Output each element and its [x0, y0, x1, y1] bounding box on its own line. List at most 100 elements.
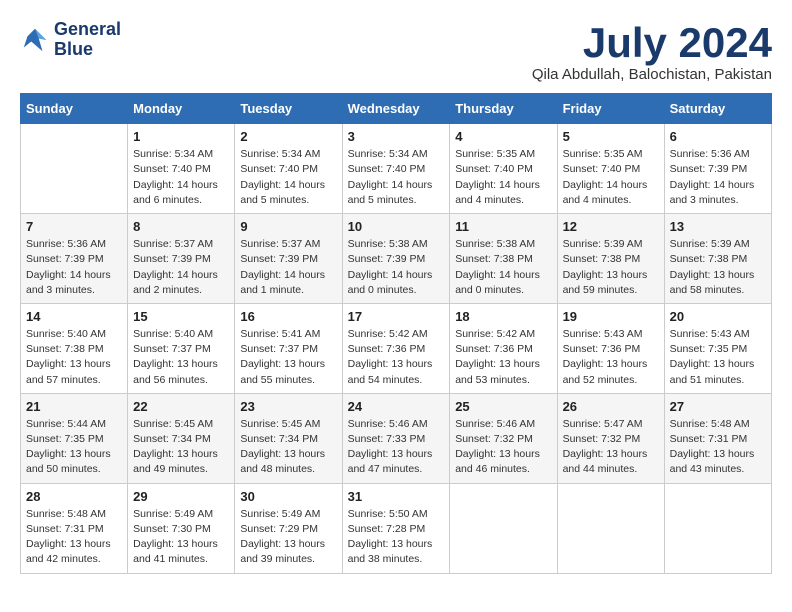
day-content: Sunrise: 5:45 AM Sunset: 7:34 PM Dayligh…	[240, 417, 336, 478]
day-number: 4	[455, 129, 551, 144]
day-content: Sunrise: 5:49 AM Sunset: 7:29 PM Dayligh…	[240, 507, 336, 568]
day-number: 5	[563, 129, 659, 144]
calendar-cell: 10 Sunrise: 5:38 AM Sunset: 7:39 PM Dayli…	[342, 214, 450, 304]
day-number: 23	[240, 399, 336, 414]
day-number: 10	[348, 219, 445, 234]
day-content: Sunrise: 5:45 AM Sunset: 7:34 PM Dayligh…	[133, 417, 229, 478]
day-number: 11	[455, 219, 551, 234]
day-content: Sunrise: 5:35 AM Sunset: 7:40 PM Dayligh…	[563, 147, 659, 208]
col-header-monday: Monday	[128, 94, 235, 124]
day-content: Sunrise: 5:34 AM Sunset: 7:40 PM Dayligh…	[348, 147, 445, 208]
calendar-cell: 26Sunrise: 5:47 AM Sunset: 7:32 PM Dayli…	[557, 393, 664, 483]
calendar-cell: 11 Sunrise: 5:38 AM Sunset: 7:38 PM Dayli…	[450, 214, 557, 304]
day-number: 28	[26, 489, 122, 504]
calendar-cell: 2 Sunrise: 5:34 AM Sunset: 7:40 PM Daylig…	[235, 124, 342, 214]
calendar-cell: 21 Sunrise: 5:44 AM Sunset: 7:35 PM Dayli…	[21, 393, 128, 483]
col-header-thursday: Thursday	[450, 94, 557, 124]
calendar-cell: 1 Sunrise: 5:34 AM Sunset: 7:40 PM Daylig…	[128, 124, 235, 214]
day-content: Sunrise: 5:40 AM Sunset: 7:38 PM Dayligh…	[26, 327, 122, 388]
day-content: Sunrise: 5:46 AM Sunset: 7:32 PM Dayligh…	[455, 417, 551, 478]
day-content: Sunrise: 5:34 AM Sunset: 7:40 PM Dayligh…	[240, 147, 336, 208]
calendar-cell	[664, 483, 771, 573]
day-content: Sunrise: 5:35 AM Sunset: 7:40 PM Dayligh…	[455, 147, 551, 208]
calendar-cell: 18Sunrise: 5:42 AM Sunset: 7:36 PM Dayli…	[450, 303, 557, 393]
day-number: 14	[26, 309, 122, 324]
col-header-sunday: Sunday	[21, 94, 128, 124]
day-content: Sunrise: 5:34 AM Sunset: 7:40 PM Dayligh…	[133, 147, 229, 208]
calendar-cell	[450, 483, 557, 573]
calendar-cell: 20 Sunrise: 5:43 AM Sunset: 7:35 PM Dayli…	[664, 303, 771, 393]
day-content: Sunrise: 5:36 AM Sunset: 7:39 PM Dayligh…	[26, 237, 122, 298]
calendar-header: SundayMondayTuesdayWednesdayThursdayFrid…	[21, 94, 772, 124]
day-content: Sunrise: 5:39 AM Sunset: 7:38 PM Dayligh…	[670, 237, 766, 298]
calendar-cell	[21, 124, 128, 214]
day-number: 2	[240, 129, 336, 144]
day-number: 1	[133, 129, 229, 144]
logo: General Blue	[20, 20, 121, 60]
day-number: 29	[133, 489, 229, 504]
day-content: Sunrise: 5:39 AM Sunset: 7:38 PM Dayligh…	[563, 237, 659, 298]
day-content: Sunrise: 5:48 AM Sunset: 7:31 PM Dayligh…	[670, 417, 766, 478]
logo-icon	[20, 25, 50, 55]
logo-text: General Blue	[54, 20, 121, 60]
calendar-cell: 3 Sunrise: 5:34 AM Sunset: 7:40 PM Daylig…	[342, 124, 450, 214]
day-number: 21	[26, 399, 122, 414]
col-header-saturday: Saturday	[664, 94, 771, 124]
calendar-cell: 22Sunrise: 5:45 AM Sunset: 7:34 PM Dayli…	[128, 393, 235, 483]
calendar-cell: 14 Sunrise: 5:40 AM Sunset: 7:38 PM Dayli…	[21, 303, 128, 393]
day-content: Sunrise: 5:42 AM Sunset: 7:36 PM Dayligh…	[455, 327, 551, 388]
day-content: Sunrise: 5:36 AM Sunset: 7:39 PM Dayligh…	[670, 147, 766, 208]
day-content: Sunrise: 5:40 AM Sunset: 7:37 PM Dayligh…	[133, 327, 229, 388]
calendar-cell: 30 Sunrise: 5:49 AM Sunset: 7:29 PM Dayli…	[235, 483, 342, 573]
calendar-week-2: 7 Sunrise: 5:36 AM Sunset: 7:39 PM Daylig…	[21, 214, 772, 304]
calendar-week-3: 14 Sunrise: 5:40 AM Sunset: 7:38 PM Dayli…	[21, 303, 772, 393]
calendar-cell: 23 Sunrise: 5:45 AM Sunset: 7:34 PM Dayli…	[235, 393, 342, 483]
day-number: 12	[563, 219, 659, 234]
day-number: 24	[348, 399, 445, 414]
calendar-cell: 17 Sunrise: 5:42 AM Sunset: 7:36 PM Dayli…	[342, 303, 450, 393]
calendar-cell: 16 Sunrise: 5:41 AM Sunset: 7:37 PM Dayli…	[235, 303, 342, 393]
day-content: Sunrise: 5:42 AM Sunset: 7:36 PM Dayligh…	[348, 327, 445, 388]
month-year-title: July 2024	[532, 20, 772, 66]
calendar-cell: 6Sunrise: 5:36 AM Sunset: 7:39 PM Daylig…	[664, 124, 771, 214]
calendar-week-1: 1 Sunrise: 5:34 AM Sunset: 7:40 PM Daylig…	[21, 124, 772, 214]
calendar-cell: 29Sunrise: 5:49 AM Sunset: 7:30 PM Dayli…	[128, 483, 235, 573]
day-content: Sunrise: 5:37 AM Sunset: 7:39 PM Dayligh…	[240, 237, 336, 298]
title-block: July 2024 Qila Abdullah, Balochistan, Pa…	[532, 20, 772, 83]
day-number: 27	[670, 399, 766, 414]
location-subtitle: Qila Abdullah, Balochistan, Pakistan	[532, 66, 772, 83]
day-number: 20	[670, 309, 766, 324]
calendar-week-5: 28Sunrise: 5:48 AM Sunset: 7:31 PM Dayli…	[21, 483, 772, 573]
day-content: Sunrise: 5:38 AM Sunset: 7:39 PM Dayligh…	[348, 237, 445, 298]
calendar-cell	[557, 483, 664, 573]
calendar-cell: 12 Sunrise: 5:39 AM Sunset: 7:38 PM Dayli…	[557, 214, 664, 304]
day-number: 9	[240, 219, 336, 234]
calendar-cell: 9 Sunrise: 5:37 AM Sunset: 7:39 PM Daylig…	[235, 214, 342, 304]
day-content: Sunrise: 5:44 AM Sunset: 7:35 PM Dayligh…	[26, 417, 122, 478]
day-number: 17	[348, 309, 445, 324]
calendar-cell: 15 Sunrise: 5:40 AM Sunset: 7:37 PM Dayli…	[128, 303, 235, 393]
day-number: 31	[348, 489, 445, 504]
day-number: 30	[240, 489, 336, 504]
day-number: 8	[133, 219, 229, 234]
day-content: Sunrise: 5:47 AM Sunset: 7:32 PM Dayligh…	[563, 417, 659, 478]
day-content: Sunrise: 5:38 AM Sunset: 7:38 PM Dayligh…	[455, 237, 551, 298]
day-number: 13	[670, 219, 766, 234]
calendar-cell: 5 Sunrise: 5:35 AM Sunset: 7:40 PM Daylig…	[557, 124, 664, 214]
day-number: 3	[348, 129, 445, 144]
day-content: Sunrise: 5:37 AM Sunset: 7:39 PM Dayligh…	[133, 237, 229, 298]
day-number: 15	[133, 309, 229, 324]
calendar-cell: 13 Sunrise: 5:39 AM Sunset: 7:38 PM Dayli…	[664, 214, 771, 304]
calendar-cell: 4 Sunrise: 5:35 AM Sunset: 7:40 PM Daylig…	[450, 124, 557, 214]
day-content: Sunrise: 5:43 AM Sunset: 7:35 PM Dayligh…	[670, 327, 766, 388]
day-number: 16	[240, 309, 336, 324]
day-number: 19	[563, 309, 659, 324]
col-header-tuesday: Tuesday	[235, 94, 342, 124]
day-content: Sunrise: 5:43 AM Sunset: 7:36 PM Dayligh…	[563, 327, 659, 388]
calendar-cell: 27 Sunrise: 5:48 AM Sunset: 7:31 PM Dayli…	[664, 393, 771, 483]
calendar-cell: 31Sunrise: 5:50 AM Sunset: 7:28 PM Dayli…	[342, 483, 450, 573]
calendar-cell: 8 Sunrise: 5:37 AM Sunset: 7:39 PM Daylig…	[128, 214, 235, 304]
day-content: Sunrise: 5:41 AM Sunset: 7:37 PM Dayligh…	[240, 327, 336, 388]
calendar-cell: 28Sunrise: 5:48 AM Sunset: 7:31 PM Dayli…	[21, 483, 128, 573]
day-number: 7	[26, 219, 122, 234]
